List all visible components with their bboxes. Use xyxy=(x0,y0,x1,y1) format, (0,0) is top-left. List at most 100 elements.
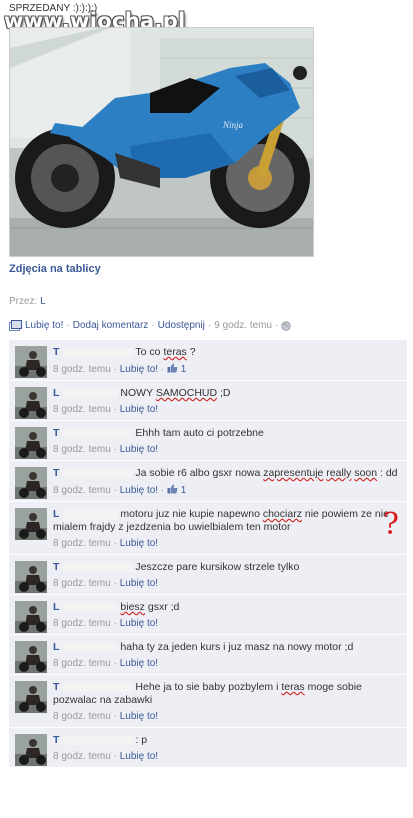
comment-time: 8 godz. temu xyxy=(53,578,111,589)
comment-text-segment: gsxr ;d xyxy=(144,601,180,613)
comment-meta: 8 godz. temu · Lubię to! · 1 xyxy=(53,363,187,375)
comment-text-segment: NOWY xyxy=(120,387,156,399)
comment: T Jeszcze pare kursikow strzele tylko 8 go… xyxy=(9,555,407,595)
comment-like-button[interactable]: Lubię to! xyxy=(120,658,158,669)
comment: Lbiesz gsxr ;d 8 godz. temu · Lubię to! xyxy=(9,595,407,635)
add-comment-link[interactable]: Dodaj komentarz xyxy=(73,320,149,331)
separator: · xyxy=(151,320,155,331)
thumbs-up-icon xyxy=(167,484,178,494)
commenter-name[interactable]: T xyxy=(53,681,59,693)
redacted-surname xyxy=(63,509,119,519)
like-count[interactable]: 1 xyxy=(167,484,186,496)
commenter-name[interactable]: L xyxy=(53,387,59,399)
share-link[interactable]: Udostępnij xyxy=(158,320,205,331)
comment-text: T: p xyxy=(53,734,401,747)
comment-text-segment: Ja sobie r6 albo gsxr nowa xyxy=(135,467,264,479)
commenter-name[interactable]: T xyxy=(53,346,59,358)
comment-list: T To co teras ? 8 godz. temu · Lubię to! ·… xyxy=(9,340,407,768)
motorcycle-illustration: Ninja xyxy=(10,28,313,256)
motorcycle-photo[interactable]: Ninja xyxy=(9,27,314,257)
comment-like-button[interactable]: Lubię to! xyxy=(120,538,158,549)
comment-like-button[interactable]: Lubię to! xyxy=(120,618,158,629)
avatar[interactable] xyxy=(15,681,47,713)
redacted-surname xyxy=(63,388,119,398)
comment-like-button[interactable]: Lubię to! xyxy=(120,364,158,375)
comment-text: T To co teras ? xyxy=(53,346,401,359)
question-mark-annotation: ? xyxy=(382,507,399,542)
misspelled-word: biesz xyxy=(120,601,145,613)
comment-like-button[interactable]: Lubię to! xyxy=(120,444,158,455)
commenter-name[interactable]: T xyxy=(53,427,59,439)
post-actions: Lubię to! · Dodaj komentarz · Udostępnij… xyxy=(9,320,292,331)
redacted-surname xyxy=(63,347,134,357)
comment: Lmotoru juz nie kupie napewno chociarz n… xyxy=(9,502,407,555)
redacted-surname xyxy=(63,428,134,438)
comment-meta: 8 godz. temu · Lubię to! xyxy=(53,404,159,415)
comment-meta: 8 godz. temu · Lubię to! xyxy=(53,578,159,589)
post-time: 9 godz. temu xyxy=(214,320,273,331)
comment-text-segment: Hehe ja to sie baby pozbylem i xyxy=(135,681,282,693)
comment-meta: 8 godz. temu · Lubię to! · 1 xyxy=(53,484,187,496)
avatar[interactable] xyxy=(15,346,47,378)
comment: T Ja sobie r6 albo gsxr nowa zapresentuje… xyxy=(9,461,407,502)
separator: · xyxy=(207,320,212,331)
separator: · xyxy=(275,320,279,331)
commenter-name[interactable]: T xyxy=(53,561,59,573)
commenter-name[interactable]: L xyxy=(53,508,59,520)
avatar[interactable] xyxy=(15,561,47,593)
photo-icon xyxy=(9,320,22,331)
comment-text: T Ja sobie r6 albo gsxr nowa zapresentuje… xyxy=(53,467,401,480)
author-label: Przez: xyxy=(9,296,38,307)
comment-time: 8 godz. temu xyxy=(53,444,111,455)
commenter-name[interactable]: L xyxy=(53,641,59,653)
like-count[interactable]: 1 xyxy=(167,363,187,375)
commenter-name[interactable]: T xyxy=(53,734,59,746)
avatar[interactable] xyxy=(15,427,47,459)
comment-text: T Jeszcze pare kursikow strzele tylko xyxy=(53,561,401,574)
comment: L NOWY SAMOCHUD ;D 8 godz. temu · Lubię to… xyxy=(9,381,407,421)
comment-text-segment: To co xyxy=(135,346,164,358)
like-count-number: 1 xyxy=(177,364,187,375)
comment-like-button[interactable]: Lubię to! xyxy=(120,711,158,722)
avatar[interactable] xyxy=(15,601,47,633)
comment-time: 8 godz. temu xyxy=(53,711,111,722)
comment-text-segment: ? xyxy=(186,346,196,358)
comment-time: 8 godz. temu xyxy=(53,364,111,375)
avatar[interactable] xyxy=(15,508,47,540)
redacted-surname xyxy=(63,735,134,745)
misspelled-word: chociarz xyxy=(262,508,302,520)
redacted-surname xyxy=(63,468,134,478)
comment: T Hehe ja to sie baby pozbylem i teras mo… xyxy=(9,675,407,728)
misspelled-word: soon xyxy=(354,467,378,479)
comment-text-segment: Ehhh tam auto ci potrzebne xyxy=(135,427,264,439)
album-link[interactable]: Zdjęcia na tablicy xyxy=(9,263,101,275)
redacted-surname xyxy=(63,562,134,572)
thumbs-up-icon xyxy=(167,363,178,373)
comment-text-segment: motoru juz nie kupie napewno xyxy=(120,508,263,520)
avatar[interactable] xyxy=(15,387,47,419)
comment-meta: 8 godz. temu · Lubię to! xyxy=(53,618,159,629)
comment-time: 8 godz. temu xyxy=(53,751,111,762)
comment-text-segment: ;D xyxy=(217,387,231,399)
misspelled-word: teras xyxy=(163,346,187,358)
comment-time: 8 godz. temu xyxy=(53,538,111,549)
comment-like-button[interactable]: Lubię to! xyxy=(120,485,158,496)
author-line: Przez: L xyxy=(9,296,46,307)
comment-like-button[interactable]: Lubię to! xyxy=(120,751,158,762)
misspelled-word: really xyxy=(326,467,352,479)
comment-like-button[interactable]: Lubię to! xyxy=(120,578,158,589)
comment: T To co teras ? 8 godz. temu · Lubię to! ·… xyxy=(9,340,407,381)
commenter-name[interactable]: T xyxy=(53,467,59,479)
avatar[interactable] xyxy=(15,734,47,766)
commenter-name[interactable]: L xyxy=(53,601,59,613)
author-name[interactable]: L xyxy=(40,296,46,307)
misspelled-word: teras xyxy=(281,681,305,693)
like-button[interactable]: Lubię to! xyxy=(25,320,63,331)
comment-like-button[interactable]: Lubię to! xyxy=(120,404,158,415)
avatar[interactable] xyxy=(15,641,47,673)
misspelled-word: zapresentuje xyxy=(263,467,324,479)
comment-text: Lbiesz gsxr ;d xyxy=(53,601,401,614)
comment-text: Lmotoru juz nie kupie napewno chociarz n… xyxy=(53,508,401,534)
comment-time: 8 godz. temu xyxy=(53,404,111,415)
avatar[interactable] xyxy=(15,467,47,499)
